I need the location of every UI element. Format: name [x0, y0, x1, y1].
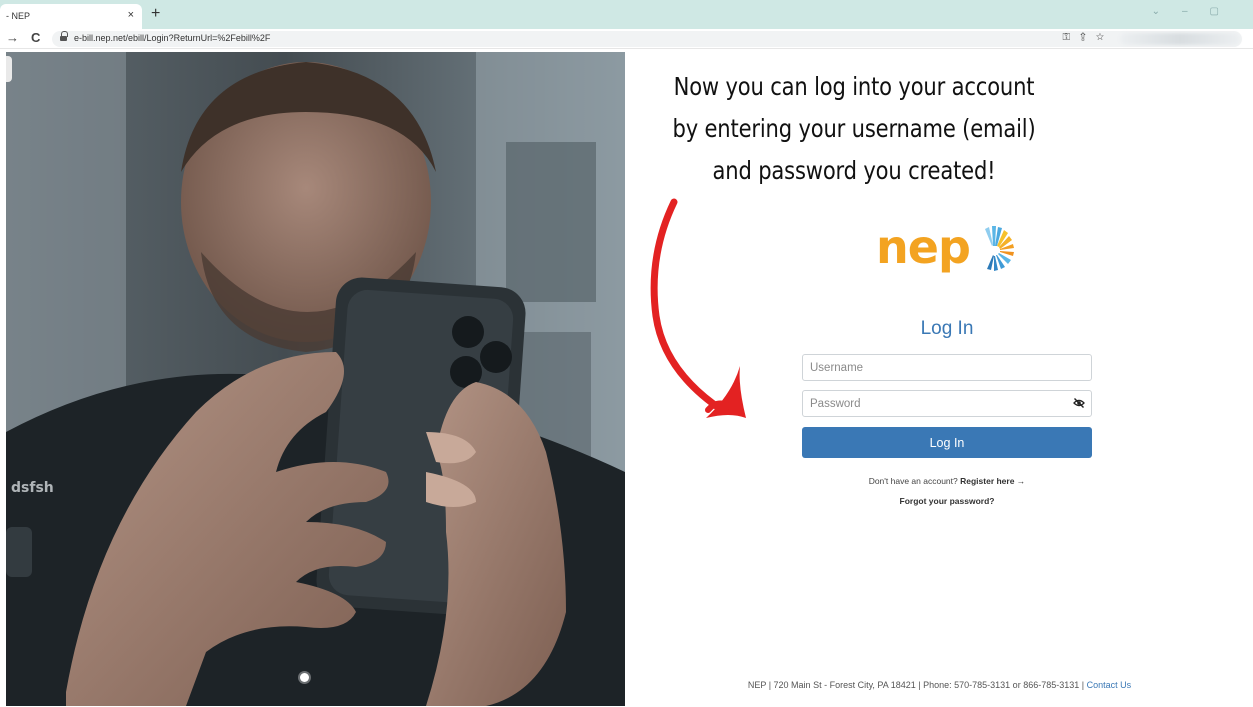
- browser-tab[interactable]: - NEP ×: [0, 4, 142, 29]
- browser-toolbar: → C e-bill.nep.net/ebill/Login?ReturnUrl…: [0, 29, 1253, 49]
- red-arrow-annotation: [650, 198, 746, 418]
- register-prompt: Don't have an account?: [868, 476, 958, 486]
- contact-us-link[interactable]: Contact Us: [1087, 680, 1132, 690]
- logo-wordmark: nep: [876, 220, 971, 274]
- key-icon[interactable]: ⚿: [1063, 32, 1081, 43]
- sun-rays-icon: [985, 226, 1014, 271]
- lock-icon[interactable]: [60, 31, 68, 42]
- register-prompt-line: Don't have an account? Register here →: [802, 476, 1092, 486]
- close-tab-icon[interactable]: ×: [128, 9, 134, 21]
- username-input[interactable]: [802, 354, 1092, 381]
- password-input[interactable]: [802, 390, 1092, 417]
- nep-logo: nep: [876, 220, 1016, 280]
- instruction-headline: Now you can log into your account by ent…: [672, 72, 1036, 185]
- new-tab-button[interactable]: +: [151, 5, 160, 23]
- address-bar-actions: ⚿⇪☆: [1063, 32, 1114, 43]
- star-icon[interactable]: ☆: [1096, 32, 1114, 43]
- footer: NEP | 720 Main St - Forest City, PA 1842…: [626, 680, 1253, 690]
- scroll-handle[interactable]: [6, 56, 12, 82]
- address-bar[interactable]: e-bill.nep.net/ebill/Login?ReturnUrl=%2F…: [52, 31, 1242, 47]
- minimize-icon[interactable]: –: [1182, 6, 1210, 17]
- forgot-password-link[interactable]: Forgot your password?: [802, 496, 1092, 506]
- window-controls: ⌄–▢: [1152, 6, 1241, 17]
- tab-title: - NEP: [6, 11, 31, 21]
- browser-tab-bar: - NEP × + ⌄–▢: [0, 0, 1253, 29]
- share-icon[interactable]: ⇪: [1080, 32, 1096, 43]
- restore-icon[interactable]: ▢: [1210, 6, 1241, 17]
- hero-photo-illustration: dsfsh: [6, 52, 625, 706]
- login-title: Log In: [920, 318, 974, 339]
- back-icon[interactable]: →: [6, 30, 19, 45]
- register-link[interactable]: Register here →: [960, 476, 1025, 486]
- login-button[interactable]: Log In: [802, 427, 1092, 458]
- eye-slash-icon[interactable]: [1073, 398, 1085, 408]
- profile-chip[interactable]: [1120, 33, 1240, 45]
- hero-photo: dsfsh: [6, 52, 625, 706]
- reload-icon[interactable]: C: [31, 30, 40, 45]
- carousel-indicator[interactable]: [300, 673, 309, 682]
- chevron-down-icon[interactable]: ⌄: [1152, 6, 1182, 17]
- svg-text:dsfsh: dsfsh: [11, 480, 54, 496]
- footer-text: NEP | 720 Main St - Forest City, PA 1842…: [747, 680, 1085, 690]
- url-text[interactable]: e-bill.nep.net/ebill/Login?ReturnUrl=%2F…: [74, 33, 270, 43]
